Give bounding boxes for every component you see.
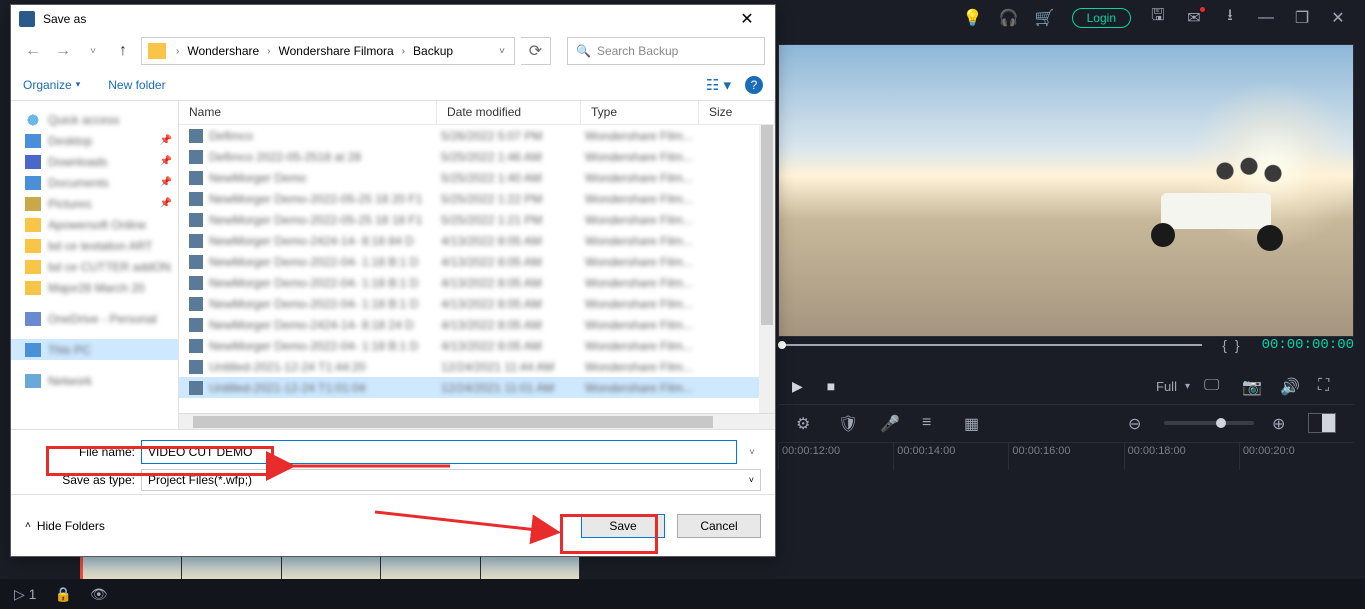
search-input[interactable]: 🔍 Search Backup xyxy=(567,37,765,65)
filename-label: File name: xyxy=(25,445,135,459)
minimize-icon[interactable]: — xyxy=(1257,9,1275,27)
zoom-slider[interactable] xyxy=(1164,421,1254,425)
monitor-icon[interactable]: 🖵 xyxy=(1204,377,1222,395)
cancel-button[interactable]: Cancel xyxy=(677,514,761,538)
sidebar-item-thispc[interactable]: This PC xyxy=(11,339,178,360)
sidebar-item-documents[interactable]: Documents📌 xyxy=(11,172,178,193)
timeline-ruler[interactable]: 00:00:12:0000:00:14:0000:00:16:0000:00:1… xyxy=(778,442,1354,470)
stop-icon[interactable]: ■ xyxy=(827,378,835,395)
login-button[interactable]: Login xyxy=(1072,8,1131,28)
zoom-out-icon[interactable]: ⊖ xyxy=(1128,414,1146,432)
file-row[interactable]: Untitled-2021-12-24 T1:01:0412/24/2021 1… xyxy=(179,377,775,398)
sidebar-item-network[interactable]: Network xyxy=(11,370,178,391)
dialog-title: Save as xyxy=(43,12,727,26)
sidebar-item-quick[interactable]: Quick access xyxy=(11,109,178,130)
file-list[interactable]: Defimco5/26/2022 5:07 PMWondershare Film… xyxy=(179,125,775,413)
folder-icon xyxy=(148,43,166,59)
nav-bar: ← → ˅ ↑ › Wondershare› Wondershare Filmo… xyxy=(11,33,775,69)
shield-icon[interactable]: 🛡 xyxy=(838,414,856,432)
file-row[interactable]: NewMorger Demo5/25/2022 1:40 AMWondersha… xyxy=(179,167,775,188)
file-list-pane: Name Date modified Type Size Defimco5/26… xyxy=(179,101,775,429)
timecode-display: 00:00:00:00 xyxy=(1262,337,1354,353)
status-bar: ▷ 1 🔒 👁 xyxy=(0,579,1365,609)
sidebar-item-desktop[interactable]: Desktop📌 xyxy=(11,130,178,151)
file-row[interactable]: NewMorger Demo-2022-04- 1:18 B:1 D4/13/2… xyxy=(179,293,775,314)
view-split-icon[interactable] xyxy=(1308,413,1336,433)
snapshot-icon[interactable]: 📷 xyxy=(1242,377,1260,395)
quality-select[interactable]: Full▾ xyxy=(1156,379,1190,394)
app-titlebar: 💡 🎧 🛒 Login 🖫 ✉ ⭳ — ❐ ✕ xyxy=(964,0,1365,35)
h-scrollbar[interactable] xyxy=(179,413,775,429)
close-icon[interactable]: ✕ xyxy=(727,7,767,31)
file-row[interactable]: NewMorger Demo-2022-04- 1:18 B:1 D4/13/2… xyxy=(179,272,775,293)
headset-icon[interactable]: 🎧 xyxy=(1000,9,1018,27)
zoom-in-icon[interactable]: ⊕ xyxy=(1272,414,1290,432)
file-row[interactable]: NewMorger Demo-2022-04- 1:18 B:1 D4/13/2… xyxy=(179,251,775,272)
breadcrumb[interactable]: › Wondershare› Wondershare Filmora› Back… xyxy=(141,37,515,65)
dialog-footer: ˄Hide Folders Save Cancel xyxy=(11,494,775,556)
file-row[interactable]: NewMorger Demo-2424-14- 8:18 24 D4/13/20… xyxy=(179,314,775,335)
forward-icon: → xyxy=(51,39,75,63)
file-row[interactable]: NewMorger Demo-2424-14- 8:18 84 D4/13/20… xyxy=(179,230,775,251)
download-icon[interactable]: ⭳ xyxy=(1221,9,1239,27)
video-preview xyxy=(778,44,1354,337)
view-mode-icon[interactable]: ☷ ▾ xyxy=(706,76,731,94)
dialog-titlebar: Save as ✕ xyxy=(11,5,775,33)
list-icon[interactable]: ≡ xyxy=(922,414,940,432)
refresh-icon[interactable]: ⟳ xyxy=(521,37,551,65)
up-icon[interactable]: ↑ xyxy=(111,39,135,63)
eye-icon[interactable]: 👁 xyxy=(90,586,108,603)
hide-folders-button[interactable]: ˄Hide Folders xyxy=(25,519,105,533)
save-icon[interactable]: 🖫 xyxy=(1149,9,1167,27)
file-row[interactable]: Untitled-2021-12-24 T1:44:2012/24/2021 1… xyxy=(179,356,775,377)
save-as-dialog: Save as ✕ ← → ˅ ↑ › Wondershare› Wonders… xyxy=(10,4,776,557)
file-row[interactable]: NewMorger Demo-2022-05-25 18 18 F15/25/2… xyxy=(179,209,775,230)
player-controls: ▶ ■ Full▾ 🖵 📷 🔊 ⛶ xyxy=(778,368,1354,404)
sidebar-item-folder2[interactable]: bd ce textation ART xyxy=(11,235,178,256)
maximize-icon[interactable]: ❐ xyxy=(1293,9,1311,27)
tips-icon[interactable]: 💡 xyxy=(964,9,982,27)
edit-toolbar: ⚙ 🛡 🎤 ≡ ▦ ⊖ ⊕ xyxy=(778,404,1354,440)
file-row[interactable]: NewMorger Demo-2022-04- 1:18 B:1 D4/13/2… xyxy=(179,335,775,356)
back-icon[interactable]: ← xyxy=(21,39,45,63)
app-icon xyxy=(19,11,35,27)
saveastype-label: Save as type: xyxy=(25,473,135,487)
mail-icon[interactable]: ✉ xyxy=(1185,9,1203,27)
cart-icon[interactable]: 🛒 xyxy=(1036,9,1054,27)
dialog-toolbar: Organize▾ New folder ☷ ▾ ? xyxy=(11,69,775,101)
track-indicator: ▷ 1 xyxy=(14,586,36,603)
app-close-icon[interactable]: ✕ xyxy=(1329,9,1347,27)
help-icon[interactable]: ? xyxy=(745,76,763,94)
sidebar-item-folder3[interactable]: bd ce CUTTER addON xyxy=(11,256,178,277)
organize-button[interactable]: Organize▾ xyxy=(23,78,80,92)
settings-dots-icon[interactable]: ⚙ xyxy=(796,414,814,432)
filename-combo-caret[interactable]: ˅ xyxy=(743,447,761,457)
file-row[interactable]: Defimco5/26/2022 5:07 PMWondershare Film… xyxy=(179,125,775,146)
form-area: File name: ˅ Save as type: Project Files… xyxy=(11,430,775,494)
sidebar-item-downloads[interactable]: Downloads📌 xyxy=(11,151,178,172)
sidebar-item-pictures[interactable]: Pictures📌 xyxy=(11,193,178,214)
file-row[interactable]: NewMorger Demo-2022-05-25 18 20 F15/25/2… xyxy=(179,188,775,209)
recent-caret-icon[interactable]: ˅ xyxy=(81,39,105,63)
filename-input[interactable] xyxy=(141,440,737,464)
play-icon[interactable]: ▶ xyxy=(792,378,803,395)
playhead-bar[interactable]: {} 00:00:00:00 xyxy=(778,338,1354,352)
search-icon: 🔍 xyxy=(576,44,591,58)
mic-icon[interactable]: 🎤 xyxy=(880,414,898,432)
new-folder-button[interactable]: New folder xyxy=(108,78,165,92)
save-button[interactable]: Save xyxy=(581,514,665,538)
sidebar-item-onedrive[interactable]: OneDrive - Personal xyxy=(11,308,178,329)
lock-icon[interactable]: 🔒 xyxy=(54,586,71,603)
sidebar-item-folder4[interactable]: Major28 March 20 xyxy=(11,277,178,298)
column-headers[interactable]: Name Date modified Type Size xyxy=(179,101,775,125)
grid-icon[interactable]: ▦ xyxy=(964,414,982,432)
saveastype-select[interactable]: Project Files(*.wfp;)˅ xyxy=(141,469,761,491)
volume-icon[interactable]: 🔊 xyxy=(1280,377,1298,395)
sidebar-item-folder1[interactable]: Apowersoft Online xyxy=(11,214,178,235)
v-scrollbar[interactable] xyxy=(759,125,775,413)
file-row[interactable]: Defimco 2022-05-2518 at 285/25/2022 1:46… xyxy=(179,146,775,167)
fullscreen-icon[interactable]: ⛶ xyxy=(1318,377,1336,395)
folder-sidebar: Quick access Desktop📌 Downloads📌 Documen… xyxy=(11,101,179,429)
